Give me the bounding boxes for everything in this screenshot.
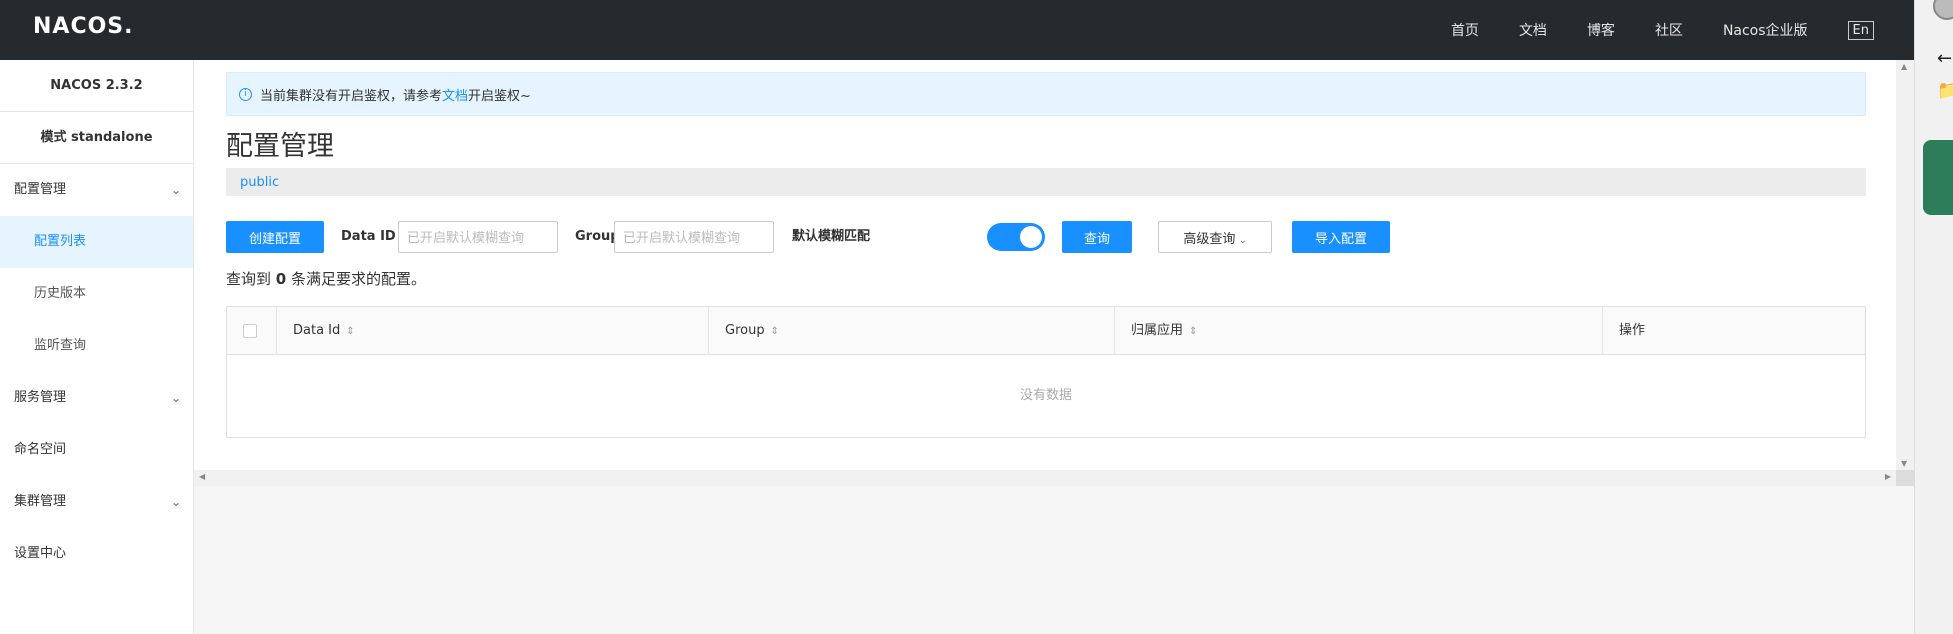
sort-icon[interactable]: ⇕ <box>771 326 779 337</box>
sidebar-item-label: 设置中心 <box>14 546 67 561</box>
create-config-button[interactable]: 创建配置 <box>226 221 324 253</box>
nacos-logo[interactable]: NACOS. <box>33 14 134 39</box>
chevron-down-icon: ⌄ <box>170 495 181 509</box>
config-table: Data Id ⇕ Group ⇕ 归属应用 ⇕ 操作 没有数据 <box>226 306 1866 438</box>
select-all-cell <box>227 307 277 355</box>
column-label: Data Id <box>293 323 341 338</box>
scroll-right-arrow-icon[interactable]: ▶ <box>1885 472 1891 481</box>
auth-notice: i 当前集群没有开启鉴权，请参考 文档 开启鉴权~ <box>226 72 1866 116</box>
back-arrow-icon[interactable]: ← <box>1937 48 1952 69</box>
chevron-down-icon: ⌄ <box>170 391 181 405</box>
column-header-actions: 操作 <box>1603 307 1865 355</box>
fuzzy-match-toggle[interactable] <box>987 223 1045 251</box>
content-panel: i 当前集群没有开启鉴权，请参考 文档 开启鉴权~ 配置管理 public 创建配置… <box>194 60 1896 470</box>
horizontal-scrollbar[interactable]: ◀ ▶ <box>194 470 1896 486</box>
dataid-input[interactable] <box>398 221 558 253</box>
nav-enterprise[interactable]: Nacos企业版 <box>1723 20 1808 40</box>
import-config-button[interactable]: 导入配置 <box>1292 221 1390 253</box>
notice-text: 当前集群没有开启鉴权，请参考 <box>260 88 443 104</box>
nav-community[interactable]: 社区 <box>1655 20 1683 40</box>
toggle-knob <box>1020 226 1042 248</box>
sidebar-item-label: 服务管理 <box>14 390 67 405</box>
table-header: Data Id ⇕ Group ⇕ 归属应用 ⇕ 操作 <box>227 307 1865 355</box>
sidebar-item-listener-query[interactable]: 监听查询 <box>0 320 193 372</box>
info-icon: i <box>239 87 252 101</box>
sidebar-mode: 模式 standalone <box>0 112 193 164</box>
sidebar-item-service-management[interactable]: 服务管理 ⌄ <box>0 372 193 424</box>
column-label: 归属应用 <box>1131 323 1184 338</box>
main-area: i 当前集群没有开启鉴权，请参考 文档 开启鉴权~ 配置管理 public 创建配置… <box>194 60 1914 634</box>
query-button[interactable]: 查询 <box>1062 221 1132 253</box>
column-header-group[interactable]: Group ⇕ <box>709 307 1115 355</box>
scroll-down-arrow-icon[interactable]: ▼ <box>1901 459 1907 468</box>
folder-icon[interactable]: 📁 <box>1937 80 1953 101</box>
vertical-scrollbar[interactable]: ▲ ▼ <box>1896 60 1914 470</box>
group-input[interactable] <box>614 221 774 253</box>
column-label: 操作 <box>1619 323 1646 338</box>
group-label: Group <box>575 229 620 244</box>
fuzzy-match-label: 默认模糊匹配 <box>792 229 871 244</box>
sidebar-item-label: 命名空间 <box>14 442 67 457</box>
top-nav-bar: NACOS. 首页 文档 博客 社区 Nacos企业版 En <box>0 0 1914 60</box>
empty-state: 没有数据 <box>1019 388 1072 403</box>
nav-blog[interactable]: 博客 <box>1587 20 1615 40</box>
notice-docs-link[interactable]: 文档 <box>442 85 468 104</box>
column-header-dataid[interactable]: Data Id ⇕ <box>277 307 709 355</box>
chevron-down-icon: ⌄ <box>170 183 181 197</box>
nav-docs[interactable]: 文档 <box>1519 20 1547 40</box>
top-nav: 首页 文档 博客 社区 Nacos企业版 En <box>1411 0 1874 60</box>
column-header-app[interactable]: 归属应用 ⇕ <box>1115 307 1603 355</box>
sidebar-item-label: 配置管理 <box>14 182 67 197</box>
result-suffix: 条满足要求的配置。 <box>291 270 427 288</box>
nav-home[interactable]: 首页 <box>1451 20 1479 40</box>
avatar[interactable] <box>1933 0 1953 20</box>
sidebar-item-history[interactable]: 历史版本 <box>0 268 193 320</box>
scroll-left-arrow-icon[interactable]: ◀ <box>199 472 205 481</box>
page-title: 配置管理 <box>226 131 334 162</box>
sort-icon[interactable]: ⇕ <box>1189 326 1197 337</box>
search-toolbar: 创建配置 Data ID Group 默认模糊匹配 查询 高级查询 ⌄ 导入配置 <box>226 221 1866 255</box>
dataid-label: Data ID <box>341 229 396 244</box>
sort-icon[interactable]: ⇕ <box>346 326 354 337</box>
sidebar-item-cluster-management[interactable]: 集群管理 ⌄ <box>0 476 193 528</box>
sidebar-item-namespace[interactable]: 命名空间 <box>0 424 193 476</box>
advanced-query-label: 高级查询 <box>1183 230 1236 246</box>
column-label: Group <box>725 323 765 338</box>
sidebar-item-config-management[interactable]: 配置管理 ⌄ <box>0 164 193 216</box>
side-panel-tab[interactable] <box>1923 140 1953 215</box>
namespace-public[interactable]: public <box>240 175 279 190</box>
select-all-checkbox[interactable] <box>243 323 257 338</box>
chevron-down-icon: ⌄ <box>1239 234 1247 245</box>
result-prefix: 查询到 <box>226 270 272 288</box>
sidebar-version-title: NACOS 2.3.2 <box>0 60 193 112</box>
sidebar: NACOS 2.3.2 模式 standalone 配置管理 ⌄ 配置列表 历史… <box>0 60 194 634</box>
sidebar-item-label: 集群管理 <box>14 494 67 509</box>
advanced-query-button[interactable]: 高级查询 ⌄ <box>1158 221 1272 253</box>
scroll-up-arrow-icon[interactable]: ▲ <box>1901 62 1907 71</box>
notice-text-tail: 开启鉴权~ <box>468 88 531 104</box>
sidebar-item-settings[interactable]: 设置中心 <box>0 528 193 580</box>
scrollbar-corner <box>1896 470 1914 486</box>
result-summary: 查询到 0 条满足要求的配置。 <box>226 268 426 289</box>
language-switch[interactable]: En <box>1847 20 1874 40</box>
browser-side-panel: ← 📁 <box>1914 0 1953 634</box>
namespace-bar: public <box>226 168 1866 196</box>
sidebar-item-config-list[interactable]: 配置列表 <box>0 216 193 268</box>
result-count: 0 <box>275 270 287 288</box>
